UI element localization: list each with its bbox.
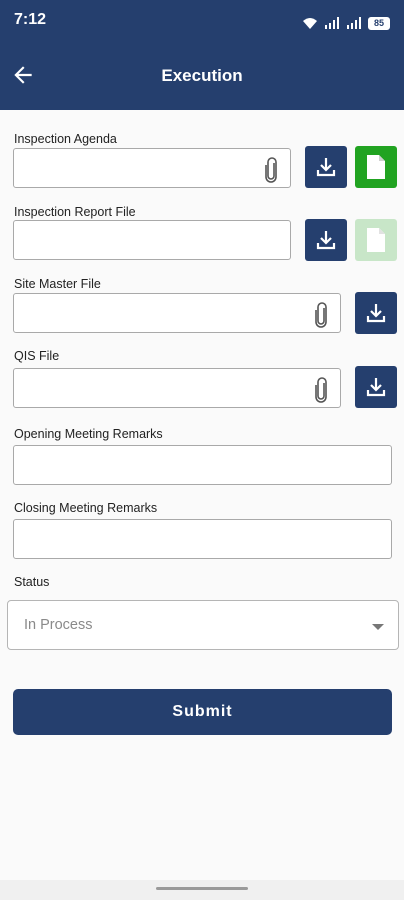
inspection-report-download-button[interactable] (305, 219, 347, 261)
signal-icon (325, 17, 339, 29)
opening-remarks-label: Opening Meeting Remarks (14, 427, 163, 441)
qis-file-download-button[interactable] (355, 366, 397, 408)
attachment-icon[interactable] (312, 302, 330, 328)
inspection-report-field[interactable] (13, 220, 291, 260)
closing-remarks-label: Closing Meeting Remarks (14, 501, 158, 515)
system-nav-bar (0, 880, 404, 900)
form-content: Inspection Agenda Inspection Report File… (0, 110, 404, 880)
submit-button[interactable]: Submit (13, 689, 392, 735)
closing-remarks-field[interactable] (13, 519, 392, 559)
download-icon (316, 231, 336, 250)
status-time: 7:12 (14, 11, 47, 28)
status-select[interactable]: In Process (7, 600, 399, 650)
app-bar: Execution (0, 42, 404, 110)
opening-remarks-field[interactable] (13, 445, 392, 485)
chevron-down-icon (372, 624, 384, 630)
inspection-report-label: Inspection Report File (14, 205, 136, 219)
inspection-agenda-label: Inspection Agenda (14, 132, 117, 146)
home-gesture-handle[interactable] (156, 887, 248, 890)
inspection-report-view-button[interactable] (355, 219, 397, 261)
inspection-agenda-download-button[interactable] (305, 146, 347, 188)
file-icon (367, 228, 385, 252)
wifi-icon (303, 18, 317, 29)
attachment-icon[interactable] (312, 377, 330, 403)
battery-level: 85 (373, 18, 384, 28)
site-master-field[interactable] (13, 293, 341, 333)
status-icons: 85 (302, 12, 390, 30)
qis-file-label: QIS File (14, 349, 60, 363)
battery-icon: 85 (368, 17, 390, 30)
download-icon (366, 304, 386, 323)
status-label: Status (14, 575, 50, 589)
file-icon (367, 155, 385, 179)
attachment-icon[interactable] (262, 157, 280, 183)
inspection-agenda-view-button[interactable] (355, 146, 397, 188)
status-bar: 7:12 85 (0, 0, 404, 42)
inspection-agenda-field[interactable] (13, 148, 291, 188)
download-icon (366, 378, 386, 397)
site-master-label: Site Master File (14, 277, 101, 291)
qis-file-field[interactable] (13, 368, 341, 408)
site-master-download-button[interactable] (355, 292, 397, 334)
page-title: Execution (161, 66, 243, 85)
signal-icon-2 (347, 17, 361, 29)
status-value: In Process (24, 617, 93, 633)
download-icon (316, 158, 336, 177)
